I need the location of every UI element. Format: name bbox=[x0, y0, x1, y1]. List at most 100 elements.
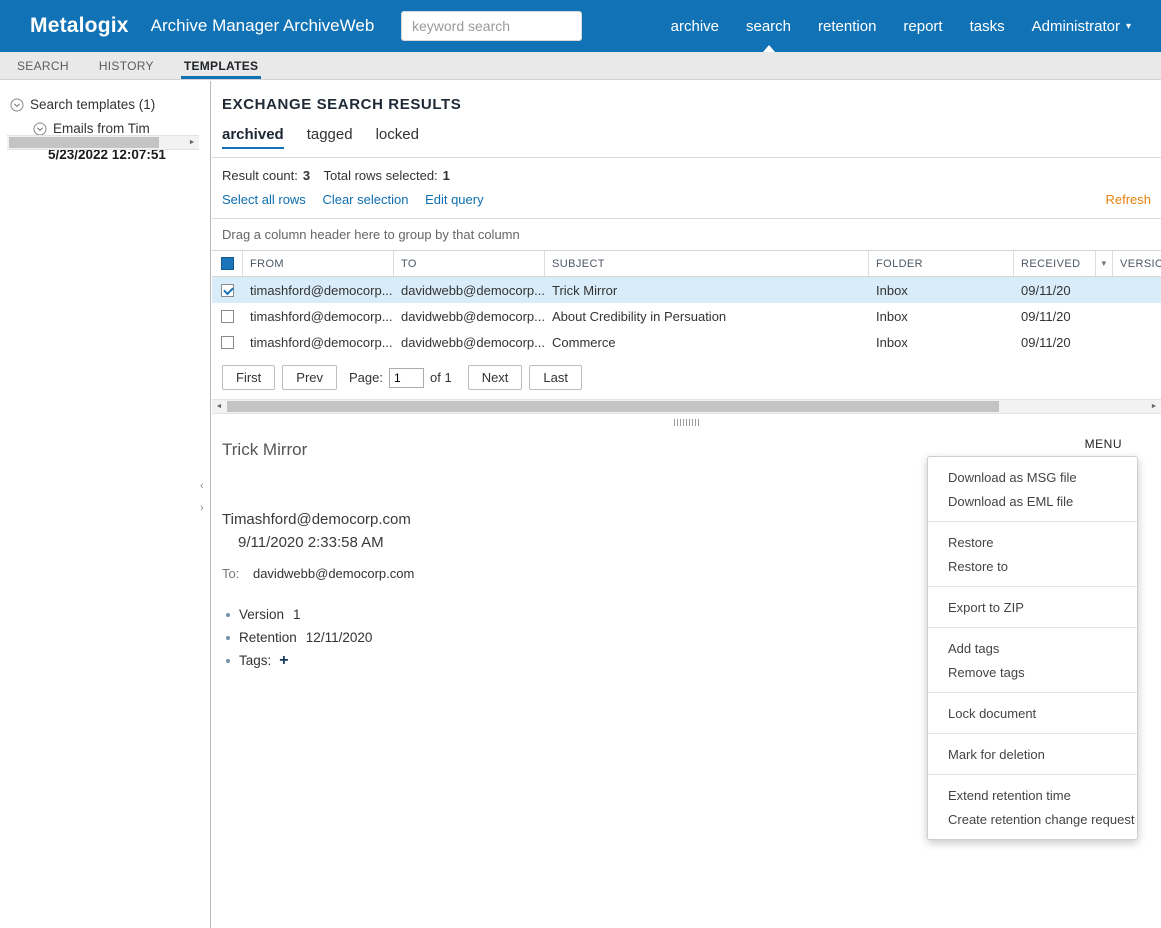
table-row[interactable]: timashford@democorp... davidwebb@democor… bbox=[212, 303, 1161, 329]
scrollbar-thumb[interactable] bbox=[227, 401, 999, 412]
detail-value: 12/11/2020 bbox=[305, 630, 373, 645]
menu-group-export: Export to ZIP bbox=[928, 587, 1137, 628]
menu-button[interactable]: MENU bbox=[1085, 437, 1122, 451]
refresh-link[interactable]: Refresh bbox=[1105, 192, 1151, 207]
menu-group-retention: Extend retention time Create retention c… bbox=[928, 775, 1137, 839]
menu-item-restore-to[interactable]: Restore to bbox=[928, 554, 1137, 578]
menu-group-lock: Lock document bbox=[928, 693, 1137, 734]
bullet-icon bbox=[226, 612, 230, 617]
first-page-button[interactable]: First bbox=[222, 365, 276, 390]
app-title: Archive Manager ArchiveWeb bbox=[150, 16, 375, 35]
next-page-button[interactable]: Next bbox=[467, 365, 523, 390]
caret-down-icon: ▾ bbox=[1125, 20, 1131, 32]
clear-selection-link[interactable]: Clear selection bbox=[322, 192, 408, 207]
page-number-input[interactable] bbox=[389, 367, 424, 388]
table-row[interactable]: timashford@democorp... davidwebb@democor… bbox=[212, 277, 1161, 303]
bullet-icon bbox=[226, 635, 230, 640]
splitter-expand-icon[interactable]: › bbox=[200, 503, 204, 514]
menu-item-add-tags[interactable]: Add tags bbox=[928, 636, 1137, 660]
bullet-icon bbox=[226, 658, 230, 663]
to-value: davidwebb@democorp.com bbox=[252, 566, 415, 581]
nav-archive[interactable]: archive bbox=[671, 0, 719, 52]
last-page-button[interactable]: Last bbox=[529, 365, 582, 390]
cell-to: davidwebb@democorp.... bbox=[401, 282, 545, 298]
select-all-cell bbox=[212, 251, 243, 276]
results-grid: FROM TO SUBJECT FOLDER RECEIVED ▼ VERSIO… bbox=[212, 250, 1161, 355]
menu-item-export-zip[interactable]: Export to ZIP bbox=[928, 595, 1137, 619]
select-all-checkbox[interactable] bbox=[220, 257, 234, 270]
row-checkbox[interactable] bbox=[221, 283, 234, 297]
grid-horizontal-scrollbar[interactable]: ◄ ► bbox=[212, 399, 1161, 414]
column-header-subject[interactable]: SUBJECT bbox=[545, 251, 869, 276]
cell-from: timashford@democorp... bbox=[250, 308, 393, 324]
tab-history[interactable]: HISTORY bbox=[96, 52, 157, 79]
pane-splitter-grip[interactable] bbox=[673, 419, 700, 426]
edit-query-link[interactable]: Edit query bbox=[425, 192, 484, 207]
nav-retention[interactable]: retention bbox=[818, 0, 876, 52]
nav-tasks[interactable]: tasks bbox=[970, 0, 1005, 52]
add-tag-button[interactable]: + bbox=[279, 652, 288, 668]
section-tab-strip: SEARCH HISTORY TEMPLATES bbox=[0, 52, 1161, 80]
cell-received: 09/11/20 bbox=[1021, 282, 1071, 298]
tab-tagged[interactable]: tagged bbox=[307, 126, 353, 149]
cell-subject: About Credibility in Persuation bbox=[552, 308, 727, 324]
nav-report[interactable]: report bbox=[903, 0, 942, 52]
item-context-menu: Download as MSG file Download as EML fil… bbox=[927, 456, 1138, 840]
menu-item-extend-retention-time[interactable]: Extend retention time bbox=[928, 783, 1137, 807]
scroll-right-arrow-icon[interactable]: ► bbox=[185, 136, 199, 149]
nav-search-label: search bbox=[746, 17, 792, 35]
cell-received: 09/11/20 bbox=[1021, 334, 1071, 350]
tree-node-label: Search templates (1) bbox=[30, 97, 156, 112]
table-row[interactable]: timashford@democorp... davidwebb@democor… bbox=[212, 329, 1161, 355]
menu-item-download-msg[interactable]: Download as MSG file bbox=[928, 465, 1137, 489]
scrollbar-thumb[interactable] bbox=[9, 137, 159, 148]
group-by-hint: Drag a column header here to group by th… bbox=[222, 227, 520, 242]
row-checkbox[interactable] bbox=[221, 309, 234, 323]
column-header-received[interactable]: RECEIVED ▼ bbox=[1014, 251, 1113, 276]
tab-locked[interactable]: locked bbox=[376, 126, 419, 149]
cell-to: davidwebb@democorp.... bbox=[401, 308, 545, 324]
tree-collapse-icon[interactable] bbox=[33, 122, 47, 136]
column-header-received-label: RECEIVED bbox=[1021, 257, 1081, 270]
result-state-tabs: archived tagged locked bbox=[222, 126, 1161, 149]
cell-folder: Inbox bbox=[876, 308, 908, 324]
result-count-value: 3 bbox=[302, 168, 311, 183]
tree-node-search-templates[interactable]: Search templates (1) bbox=[0, 97, 210, 112]
menu-item-lock-document[interactable]: Lock document bbox=[928, 701, 1137, 725]
column-header-from[interactable]: FROM bbox=[243, 251, 394, 276]
received-filter-dropdown-icon[interactable]: ▼ bbox=[1095, 251, 1112, 276]
nav-search[interactable]: search bbox=[746, 0, 791, 52]
keyword-search-input[interactable] bbox=[401, 11, 582, 41]
selected-count-label: Total rows selected: bbox=[323, 168, 438, 183]
prev-page-button[interactable]: Prev bbox=[282, 365, 338, 390]
column-header-to[interactable]: TO bbox=[394, 251, 545, 276]
menu-group-download: Download as MSG file Download as EML fil… bbox=[928, 457, 1137, 522]
menu-item-restore[interactable]: Restore bbox=[928, 530, 1137, 554]
page-title: EXCHANGE SEARCH RESULTS bbox=[222, 96, 462, 113]
menu-item-mark-for-deletion[interactable]: Mark for deletion bbox=[928, 742, 1137, 766]
select-all-rows-link[interactable]: Select all rows bbox=[222, 192, 306, 207]
row-checkbox[interactable] bbox=[221, 335, 234, 349]
column-header-version[interactable]: VERSION bbox=[1113, 251, 1161, 276]
menu-item-download-eml[interactable]: Download as EML file bbox=[928, 489, 1137, 513]
tab-search[interactable]: SEARCH bbox=[14, 52, 72, 79]
sidebar-horizontal-scrollbar[interactable]: ► bbox=[7, 135, 199, 150]
scroll-right-arrow-icon[interactable]: ► bbox=[1147, 400, 1161, 413]
selection-links: Select all rows Clear selection Edit que… bbox=[222, 192, 1151, 208]
tree-node-emails-from-tim[interactable]: Emails from Tim bbox=[0, 121, 210, 136]
tree-collapse-icon[interactable] bbox=[10, 98, 24, 112]
detail-label: Retention bbox=[239, 630, 297, 645]
tab-archived[interactable]: archived bbox=[222, 126, 284, 149]
cell-version bbox=[1113, 277, 1161, 303]
menu-item-create-retention-change-request[interactable]: Create retention change request bbox=[928, 807, 1137, 831]
tab-templates[interactable]: TEMPLATES bbox=[180, 52, 262, 79]
primary-nav: archive search retention report tasks Ad… bbox=[671, 0, 1131, 52]
nav-administrator[interactable]: Administrator ▾ bbox=[1032, 0, 1131, 52]
menu-item-remove-tags[interactable]: Remove tags bbox=[928, 660, 1137, 684]
column-header-folder[interactable]: FOLDER bbox=[869, 251, 1014, 276]
cell-folder: Inbox bbox=[876, 282, 908, 298]
splitter-collapse-icon[interactable]: ‹ bbox=[200, 481, 204, 492]
detail-label: Tags: bbox=[239, 653, 272, 668]
page-label: Page: bbox=[349, 370, 383, 385]
scroll-left-arrow-icon[interactable]: ◄ bbox=[212, 400, 226, 413]
